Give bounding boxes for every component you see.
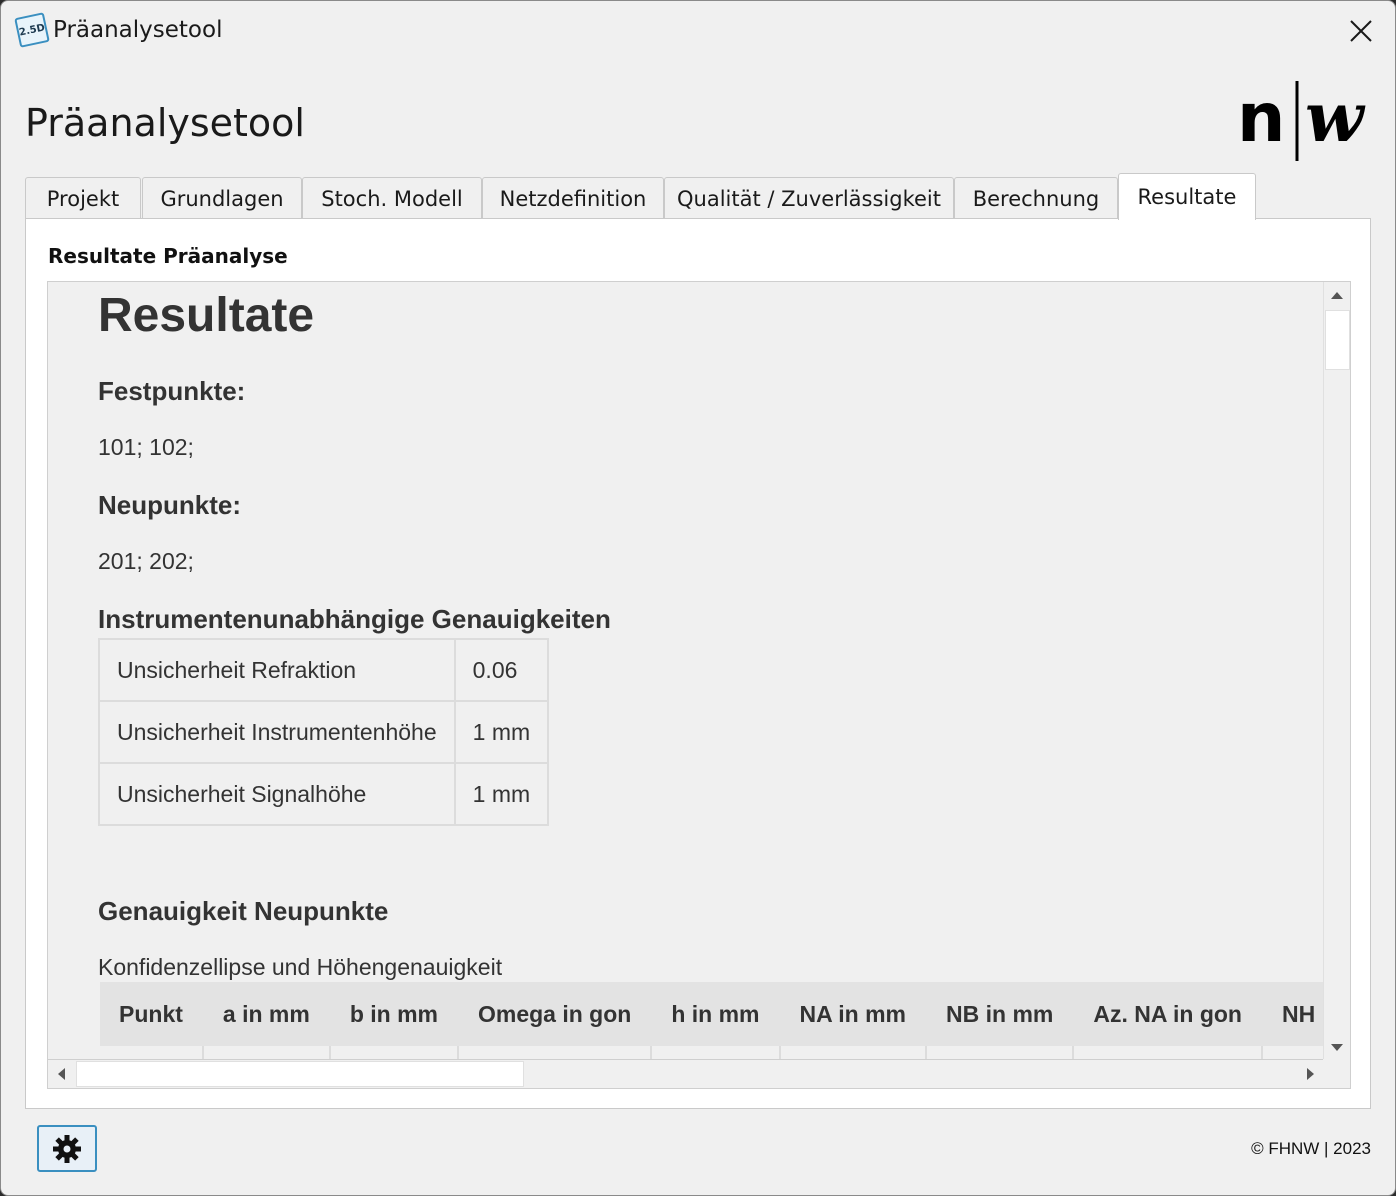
logo-letter-w: w — [1305, 79, 1366, 158]
festpunkte-heading: Festpunkte: — [98, 376, 246, 406]
table-row: Unsicherheit Signalhöhe 1 mm — [98, 762, 550, 826]
column-header: Punkt — [100, 982, 204, 1046]
tab-projekt[interactable]: Projekt — [25, 177, 141, 219]
window-title: Präanalysetool — [53, 17, 223, 43]
triangle-left-icon — [58, 1068, 65, 1080]
neupunkte-genauigkeit-heading: Genauigkeit Neupunkte — [98, 896, 389, 926]
table-row: Unsicherheit Refraktion 0.06 — [98, 638, 550, 702]
scroll-up-button[interactable] — [1324, 282, 1350, 308]
vertical-scrollbar[interactable] — [1323, 282, 1350, 1061]
fhnw-logo: n w — [1237, 78, 1377, 163]
tab-stoch-modell[interactable]: Stoch. Modell — [302, 177, 482, 219]
app-icon: 2.5D — [14, 12, 50, 48]
report-title: Resultate — [98, 289, 315, 342]
results-header-row: Punkt a in mm b in mm Omega in gon h in … — [100, 982, 1349, 1046]
neupunkte-genauigkeit-subtitle: Konfidenzellipse und Höhengenauigkeit — [98, 954, 503, 980]
page-title: Präanalysetool — [25, 101, 305, 145]
triangle-down-icon — [1331, 1044, 1343, 1051]
tab-resultate[interactable]: Resultate — [1118, 173, 1256, 220]
results-panel: Resultate Präanalyse Resultate Festpunkt… — [25, 218, 1371, 1109]
neupunkte-value: 201; 202; — [98, 548, 194, 574]
title-bar: 2.5D Präanalysetool — [1, 1, 1395, 61]
gear-icon — [53, 1134, 81, 1163]
scroll-down-button[interactable] — [1324, 1035, 1350, 1061]
close-button[interactable] — [1341, 11, 1381, 51]
triangle-up-icon — [1331, 292, 1343, 299]
tab-grundlagen[interactable]: Grundlagen — [142, 177, 302, 219]
festpunkte-value: 101; 102; — [98, 434, 194, 460]
horizontal-scroll-thumb[interactable] — [76, 1061, 524, 1087]
triangle-right-icon — [1307, 1068, 1314, 1080]
column-header: NA in mm — [779, 982, 927, 1046]
settings-button[interactable] — [37, 1125, 97, 1172]
param-label: Unsicherheit Refraktion — [98, 638, 456, 702]
param-label: Unsicherheit Signalhöhe — [98, 762, 456, 826]
tab-netzdefinition[interactable]: Netzdefinition — [482, 177, 664, 219]
scroll-right-button[interactable] — [1298, 1061, 1324, 1087]
copyright-footer: © FHNW | 2023 — [1251, 1139, 1371, 1158]
panel-heading: Resultate Präanalyse — [48, 244, 288, 268]
parameters-table: Unsicherheit Refraktion 0.06 Unsicherhei… — [98, 638, 550, 826]
column-header: Az. NA in gon — [1073, 982, 1263, 1046]
genauigkeiten-heading: Instrumentenunabhängige Genauigkeiten — [98, 604, 611, 634]
tab-qualitaet[interactable]: Qualität / Zuverlässigkeit — [664, 177, 954, 219]
param-value: 0.06 — [453, 638, 550, 702]
results-table: Punkt a in mm b in mm Omega in gon h in … — [100, 982, 1349, 1066]
neupunkte-heading: Neupunkte: — [98, 490, 241, 520]
app-icon-label: 2.5D — [18, 21, 46, 39]
column-header: a in mm — [202, 982, 331, 1046]
param-value: 1 mm — [453, 700, 550, 764]
column-header: NB in mm — [926, 982, 1075, 1046]
vertical-scroll-thumb[interactable] — [1325, 310, 1350, 370]
horizontal-scrollbar[interactable] — [48, 1059, 1324, 1088]
close-icon — [1350, 20, 1372, 42]
param-label: Unsicherheit Instrumentenhöhe — [98, 700, 456, 764]
scroll-left-button[interactable] — [48, 1061, 74, 1087]
logo-letter-n: n — [1237, 79, 1285, 158]
param-value: 1 mm — [453, 762, 550, 826]
table-row: Unsicherheit Instrumentenhöhe 1 mm — [98, 700, 550, 764]
column-header: h in mm — [651, 982, 781, 1046]
tab-berechnung[interactable]: Berechnung — [954, 177, 1118, 219]
column-header: Omega in gon — [457, 982, 653, 1046]
scrollbar-corner — [1323, 1059, 1350, 1088]
app-window: 2.5D Präanalysetool Präanalysetool n w P… — [0, 0, 1396, 1196]
column-header: b in mm — [329, 982, 459, 1046]
report-viewer[interactable]: Resultate Festpunkte: 101; 102; Neupunkt… — [47, 281, 1351, 1089]
